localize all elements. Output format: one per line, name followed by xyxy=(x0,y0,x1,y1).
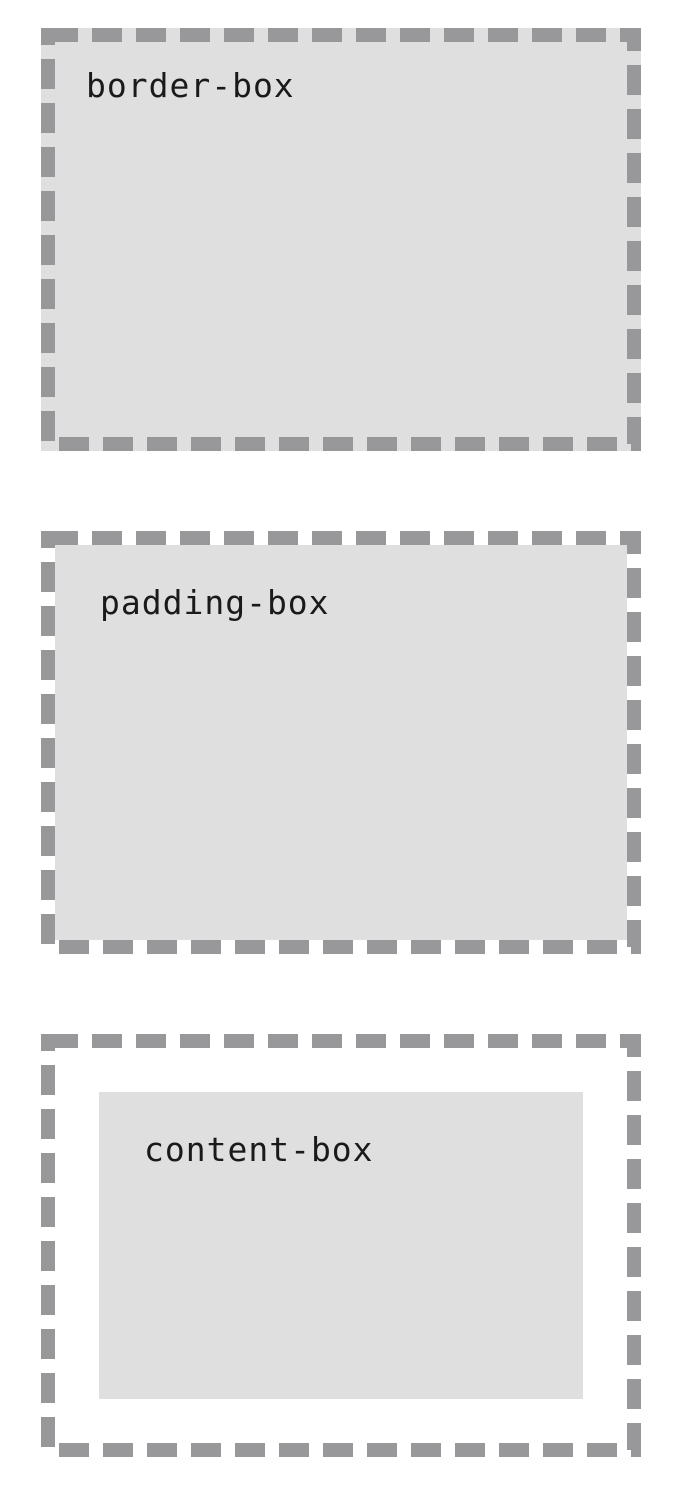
content-box-label: content-box xyxy=(144,1130,374,1169)
background-clip-diagram: border-box padding-box content-box xyxy=(41,28,641,1457)
border-box-label: border-box xyxy=(86,66,295,105)
border-box-example: border-box xyxy=(41,28,641,451)
padding-box-label: padding-box xyxy=(100,583,330,622)
content-box-example: content-box xyxy=(41,1034,641,1457)
padding-box-example: padding-box xyxy=(41,531,641,954)
